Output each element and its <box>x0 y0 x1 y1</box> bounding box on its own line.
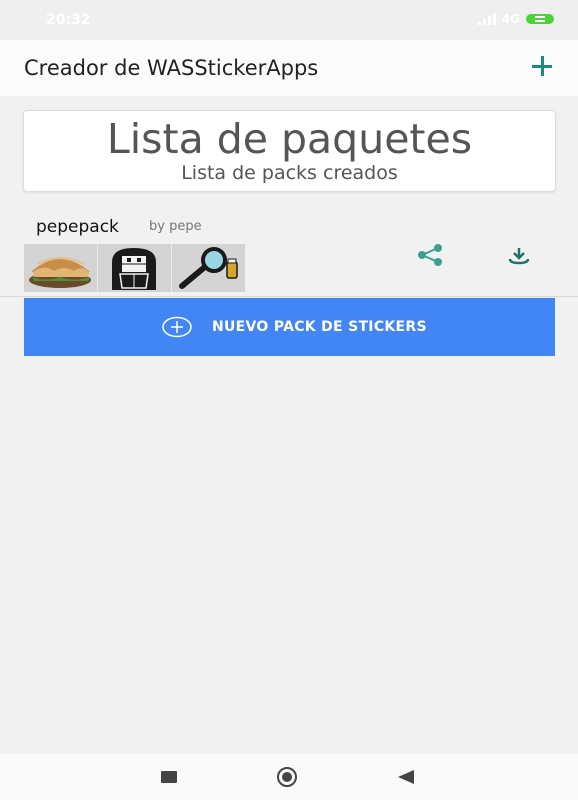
pack-name: pepepack <box>36 217 119 237</box>
status-bar: 20:32 4G <box>0 0 578 40</box>
header-card: Lista de paquetes Lista de packs creados <box>23 110 556 192</box>
pack-list-item[interactable]: pepepack by pepe <box>0 208 578 296</box>
new-pack-button[interactable]: NUEVO PACK DE STICKERS <box>24 298 555 356</box>
battery-charging-icon <box>526 14 554 24</box>
new-pack-label: NUEVO PACK DE STICKERS <box>212 319 427 335</box>
back-icon[interactable] <box>398 770 414 784</box>
cartoon-figure-sticker <box>98 244 172 292</box>
recent-apps-icon[interactable] <box>161 771 177 783</box>
home-icon[interactable] <box>277 767 297 787</box>
page-title: Lista de paquetes <box>106 115 473 163</box>
sticker-preview-strip <box>24 244 246 292</box>
plus-icon[interactable] <box>528 52 556 80</box>
divider <box>0 296 578 297</box>
add-circle-icon <box>161 316 193 338</box>
download-icon[interactable] <box>507 244 531 266</box>
status-time: 20:32 <box>46 12 91 28</box>
status-indicators: 4G <box>477 12 554 26</box>
burger-sticker <box>24 244 98 292</box>
network-type: 4G <box>501 12 520 26</box>
signal-icon <box>477 13 496 25</box>
magnifier-sticker <box>172 244 245 292</box>
pack-author: by pepe <box>149 219 202 234</box>
system-nav-bar <box>0 754 578 800</box>
app-title: Creador de WASStickerApps <box>24 56 319 80</box>
page-subtitle: Lista de packs creados <box>181 162 398 184</box>
app-bar: Creador de WASStickerApps <box>0 40 578 96</box>
share-icon[interactable] <box>416 244 444 266</box>
